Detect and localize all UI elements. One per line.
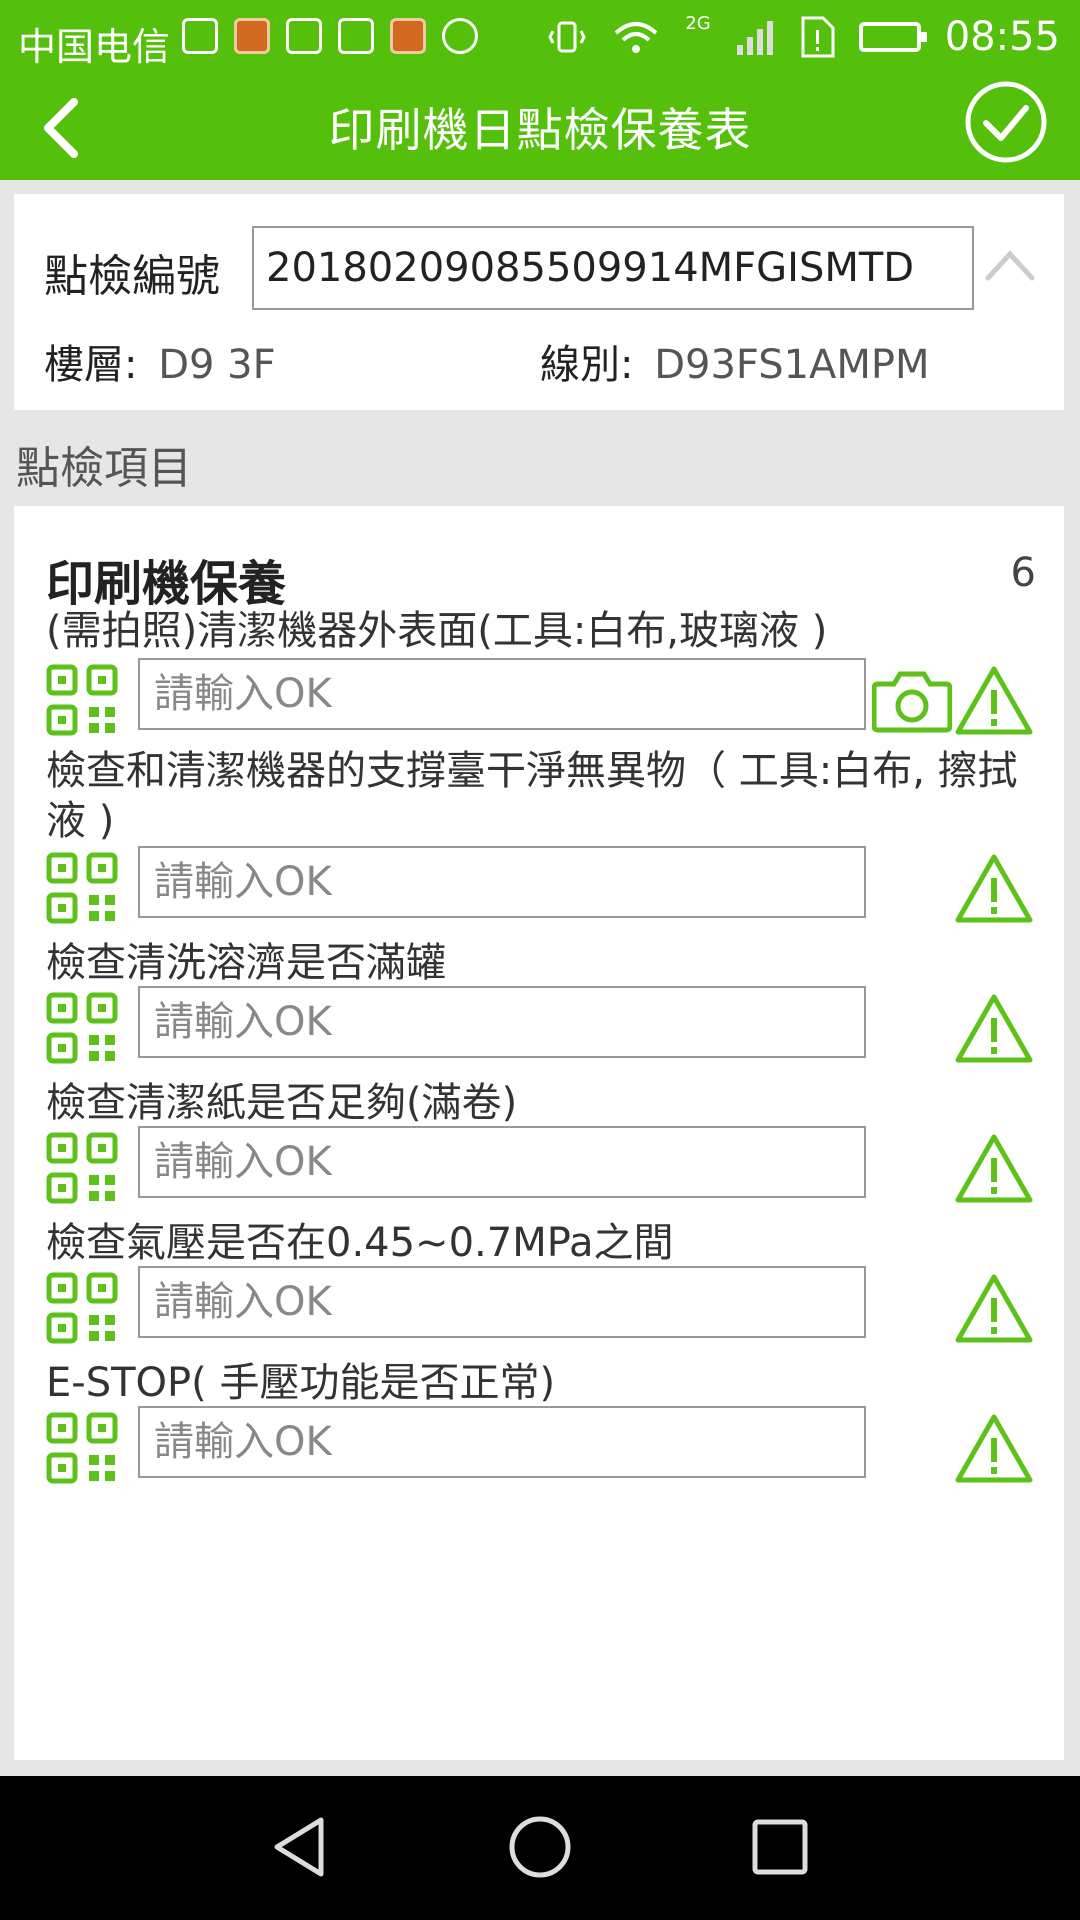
record-info-card: 點檢編號 樓層: D9 3F 線別: D93FS1AMPM [14, 194, 1064, 410]
warning-icon[interactable] [954, 664, 1034, 736]
page-title: 印刷機日點檢保養表 [328, 103, 752, 157]
qr-code-icon[interactable] [46, 1272, 118, 1344]
status-bar: 中国电信 2G 08:55 [0, 0, 1080, 76]
nav-back-triangle-icon[interactable] [265, 1812, 335, 1882]
camera-icon[interactable] [872, 666, 952, 734]
carrier-label: 中国电信 [18, 25, 171, 69]
warning-icon[interactable] [954, 1412, 1034, 1484]
nav-recents-square-icon[interactable] [745, 1812, 815, 1882]
item-ok-input[interactable] [138, 658, 866, 730]
item-ok-input[interactable] [138, 986, 866, 1058]
android-icon [286, 18, 322, 54]
inspection-no-label: 點檢編號 [44, 251, 220, 302]
item-ok-input[interactable] [138, 1126, 866, 1198]
qr-code-icon[interactable] [46, 1132, 118, 1204]
group-count: 6 [1010, 550, 1036, 596]
qr-code-icon[interactable] [46, 664, 118, 736]
item-ok-input[interactable] [138, 1406, 866, 1478]
floor-row: 樓層: D9 3F [44, 332, 276, 390]
section-title: 點檢項目 [16, 443, 192, 494]
collapse-chevron-up-icon[interactable] [980, 240, 1040, 290]
floor-label: 樓層: [44, 342, 138, 388]
network-type-label: 2G [685, 12, 711, 34]
qr-code-icon[interactable] [46, 992, 118, 1064]
inspection-items-card: 印刷機保養 6 (需拍照)清潔機器外表面(工具:白布,玻璃液 ) 檢查和清潔機器… [14, 506, 1064, 1760]
sim-alert-icon [801, 16, 835, 58]
item-ok-input[interactable] [138, 1266, 866, 1338]
keyboard-icon [338, 18, 374, 54]
signal-icon [736, 21, 773, 55]
item-label: E-STOP( 手壓功能是否正常) [46, 1360, 556, 1406]
item-label: 檢查氣壓是否在0.45~0.7MPa之間 [46, 1220, 674, 1266]
notification-icons [182, 18, 478, 54]
item-ok-input[interactable] [138, 846, 866, 918]
line-label: 線別: [540, 342, 634, 388]
line-value: D93FS1AMPM [654, 342, 930, 388]
floor-value: D9 3F [158, 342, 276, 388]
item-label: 檢查清潔紙是否足夠(滿卷) [46, 1080, 518, 1126]
app-notification-icon [234, 18, 270, 54]
system-navigation-bar [0, 1776, 1080, 1920]
battery-icon [858, 22, 927, 52]
item-label: 檢查和清潔機器的支撐臺干淨無異物（ 工具:白布, 擦拭液 ) [46, 748, 1018, 844]
app-notification-icon [390, 18, 426, 54]
warning-icon[interactable] [954, 992, 1034, 1064]
vibrate-icon [548, 21, 586, 53]
item-label: (需拍照)清潔機器外表面(工具:白布,玻璃液 ) [46, 608, 828, 654]
qr-code-icon[interactable] [46, 852, 118, 924]
shield-icon [182, 18, 218, 54]
group-title: 印刷機保養 [46, 556, 287, 612]
confirm-check-circle-icon[interactable] [964, 80, 1048, 164]
settings-icon [442, 18, 478, 54]
qr-code-icon[interactable] [46, 1412, 118, 1484]
warning-icon[interactable] [954, 1132, 1034, 1204]
wifi-icon [614, 22, 658, 53]
status-right: 2G 08:55 [547, 12, 1060, 60]
warning-icon[interactable] [954, 852, 1034, 924]
warning-icon[interactable] [954, 1272, 1034, 1344]
inspection-no-field[interactable] [252, 226, 974, 310]
clock: 08:55 [944, 14, 1060, 60]
toolbar: 印刷機日點檢保養表 [0, 76, 1080, 180]
item-label: 檢查清洗溶濟是否滿罐 [46, 940, 446, 986]
line-row: 線別: D93FS1AMPM [540, 332, 930, 390]
nav-home-circle-icon[interactable] [505, 1812, 575, 1882]
